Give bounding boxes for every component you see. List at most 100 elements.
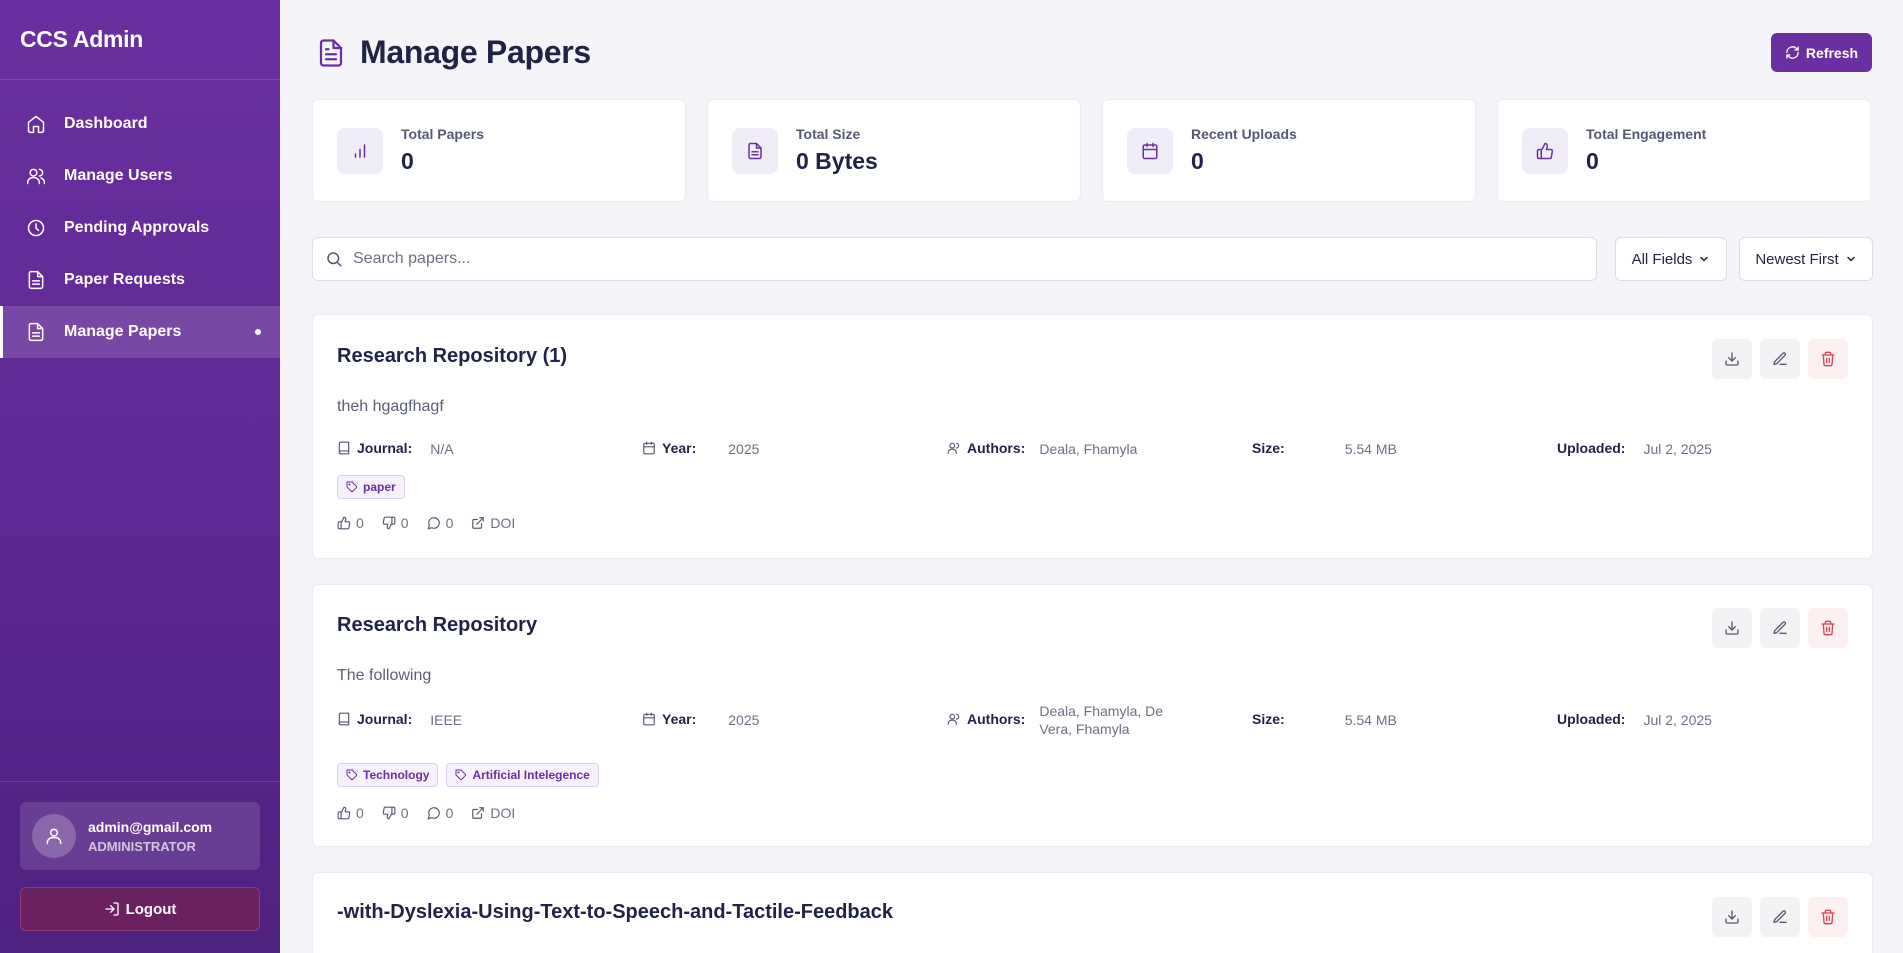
meta-size: Size: 5.54 MB (1252, 711, 1557, 738)
like-button[interactable]: 0 (337, 515, 364, 531)
paper-meta: Journal: IEEE Year: 2025 Authors: Deala,… (337, 703, 1848, 738)
download-icon (1725, 621, 1739, 635)
edit-button[interactable] (1760, 608, 1800, 648)
avatar (32, 814, 76, 858)
search-input[interactable] (353, 250, 1553, 268)
delete-button[interactable] (1808, 897, 1848, 937)
edit-icon (1773, 352, 1787, 365)
book-icon (337, 712, 351, 726)
dislike-count: 0 (400, 805, 409, 821)
field-select[interactable]: All Fields (1615, 237, 1727, 281)
thumbs-up-icon (337, 806, 351, 820)
tag-badge[interactable]: Technology (337, 763, 439, 787)
calendar-icon (1127, 127, 1173, 174)
tag-label: Technology (363, 768, 430, 782)
meta-journal: Journal: N/A (337, 440, 642, 458)
download-button[interactable] (1712, 339, 1752, 379)
sidebar-item-manage-papers[interactable]: Manage Papers (0, 306, 280, 358)
meta-value: IEEE (430, 712, 463, 728)
refresh-button[interactable]: Refresh (1771, 33, 1872, 72)
like-button[interactable]: 0 (337, 805, 364, 821)
tag-icon (455, 769, 467, 781)
search-box[interactable] (312, 237, 1597, 281)
like-count: 0 (356, 515, 364, 531)
field-select-value: All Fields (1631, 250, 1693, 268)
meta-year: Year: 2025 (642, 711, 947, 738)
paper-title[interactable]: Research Repository (337, 614, 537, 637)
edit-button[interactable] (1760, 897, 1800, 937)
doi-label: DOI (490, 515, 516, 531)
dislike-button[interactable]: 0 (382, 515, 409, 531)
doi-link[interactable]: DOI (471, 515, 515, 531)
meta-label: Journal: (357, 440, 413, 456)
download-icon (1725, 352, 1739, 366)
users-icon (947, 712, 961, 726)
meta-value: 5.54 MB (1344, 441, 1397, 457)
external-link-icon (471, 806, 485, 820)
paper-engagement: 0 0 0 DOI (337, 515, 533, 531)
logout-label: Logout (125, 900, 177, 918)
sidebar-item-dashboard[interactable]: Dashboard (0, 98, 280, 150)
delete-button[interactable] (1808, 608, 1848, 648)
trash-icon (1821, 351, 1835, 367)
edit-icon (1773, 621, 1787, 634)
refresh-label: Refresh (1805, 44, 1859, 61)
paper-engagement: 0 0 0 DOI (337, 805, 533, 821)
comment-count: 0 (445, 515, 454, 531)
sidebar-item-label: Paper Requests (64, 271, 185, 288)
comment-button[interactable]: 0 (427, 515, 454, 531)
stat-card-recent-uploads: Recent Uploads 0 (1102, 99, 1476, 202)
download-icon (1725, 910, 1739, 924)
user-icon (46, 828, 62, 845)
meta-size: Size: 5.54 MB (1252, 440, 1557, 458)
delete-button[interactable] (1808, 339, 1848, 379)
dislike-count: 0 (400, 515, 409, 531)
tag-badge[interactable]: paper (337, 475, 405, 499)
file-icon (26, 322, 46, 342)
paper-card: Research Repository (1) theh hgagfhagf J… (312, 314, 1873, 559)
sidebar-item-label: Manage Papers (64, 323, 182, 340)
sidebar-item-pending-approvals[interactable]: Pending Approvals (0, 202, 280, 254)
meta-value: N/A (430, 441, 454, 457)
active-indicator (255, 329, 261, 335)
main-content: Manage Papers Refresh Total Papers 0 Tot… (280, 0, 1903, 953)
stat-value: 0 (1586, 148, 1599, 174)
stat-value: 0 (1191, 148, 1204, 174)
sort-select[interactable]: Newest First (1739, 237, 1873, 281)
home-icon (26, 114, 46, 134)
paper-card: -with-Dyslexia-Using-Text-to-Speech-and-… (312, 872, 1873, 953)
sidebar-item-paper-requests[interactable]: Paper Requests (0, 254, 280, 306)
users-icon (26, 166, 46, 186)
dislike-button[interactable]: 0 (382, 805, 409, 821)
brand-title: CCS Admin (0, 0, 280, 80)
doi-link[interactable]: DOI (471, 805, 515, 821)
stat-card-total-engagement: Total Engagement 0 (1497, 99, 1871, 202)
sidebar-item-manage-users[interactable]: Manage Users (0, 150, 280, 202)
paper-actions (1704, 897, 1848, 937)
tag-icon (346, 769, 358, 781)
paper-title[interactable]: -with-Dyslexia-Using-Text-to-Speech-and-… (337, 901, 893, 924)
meta-value: 2025 (728, 712, 760, 728)
meta-journal: Journal: IEEE (337, 711, 642, 738)
meta-value: Jul 2, 2025 (1643, 441, 1712, 457)
download-button[interactable] (1712, 897, 1752, 937)
stat-card-total-papers: Total Papers 0 (312, 99, 686, 202)
tag-label: Artificial Intelegence (472, 768, 590, 782)
edit-button[interactable] (1760, 339, 1800, 379)
meta-label: Authors: (967, 711, 1026, 727)
thumbs-up-icon (337, 516, 351, 530)
logout-button[interactable]: Logout (20, 887, 260, 931)
meta-uploaded: Uploaded: Jul 2, 2025 (1557, 440, 1712, 458)
stat-value: 0 Bytes (796, 148, 878, 174)
paper-title[interactable]: Research Repository (1) (337, 345, 567, 368)
comment-button[interactable]: 0 (427, 805, 453, 821)
doi-label: DOI (490, 805, 516, 821)
refresh-icon (1785, 45, 1800, 60)
sidebar-item-label: Pending Approvals (64, 219, 210, 236)
calendar-icon (642, 441, 656, 455)
download-button[interactable] (1712, 608, 1752, 648)
meta-label: Uploaded: (1557, 711, 1626, 727)
meta-label: Uploaded: (1557, 440, 1626, 456)
like-count: 0 (356, 805, 364, 821)
tag-badge[interactable]: Artificial Intelegence (446, 763, 599, 787)
